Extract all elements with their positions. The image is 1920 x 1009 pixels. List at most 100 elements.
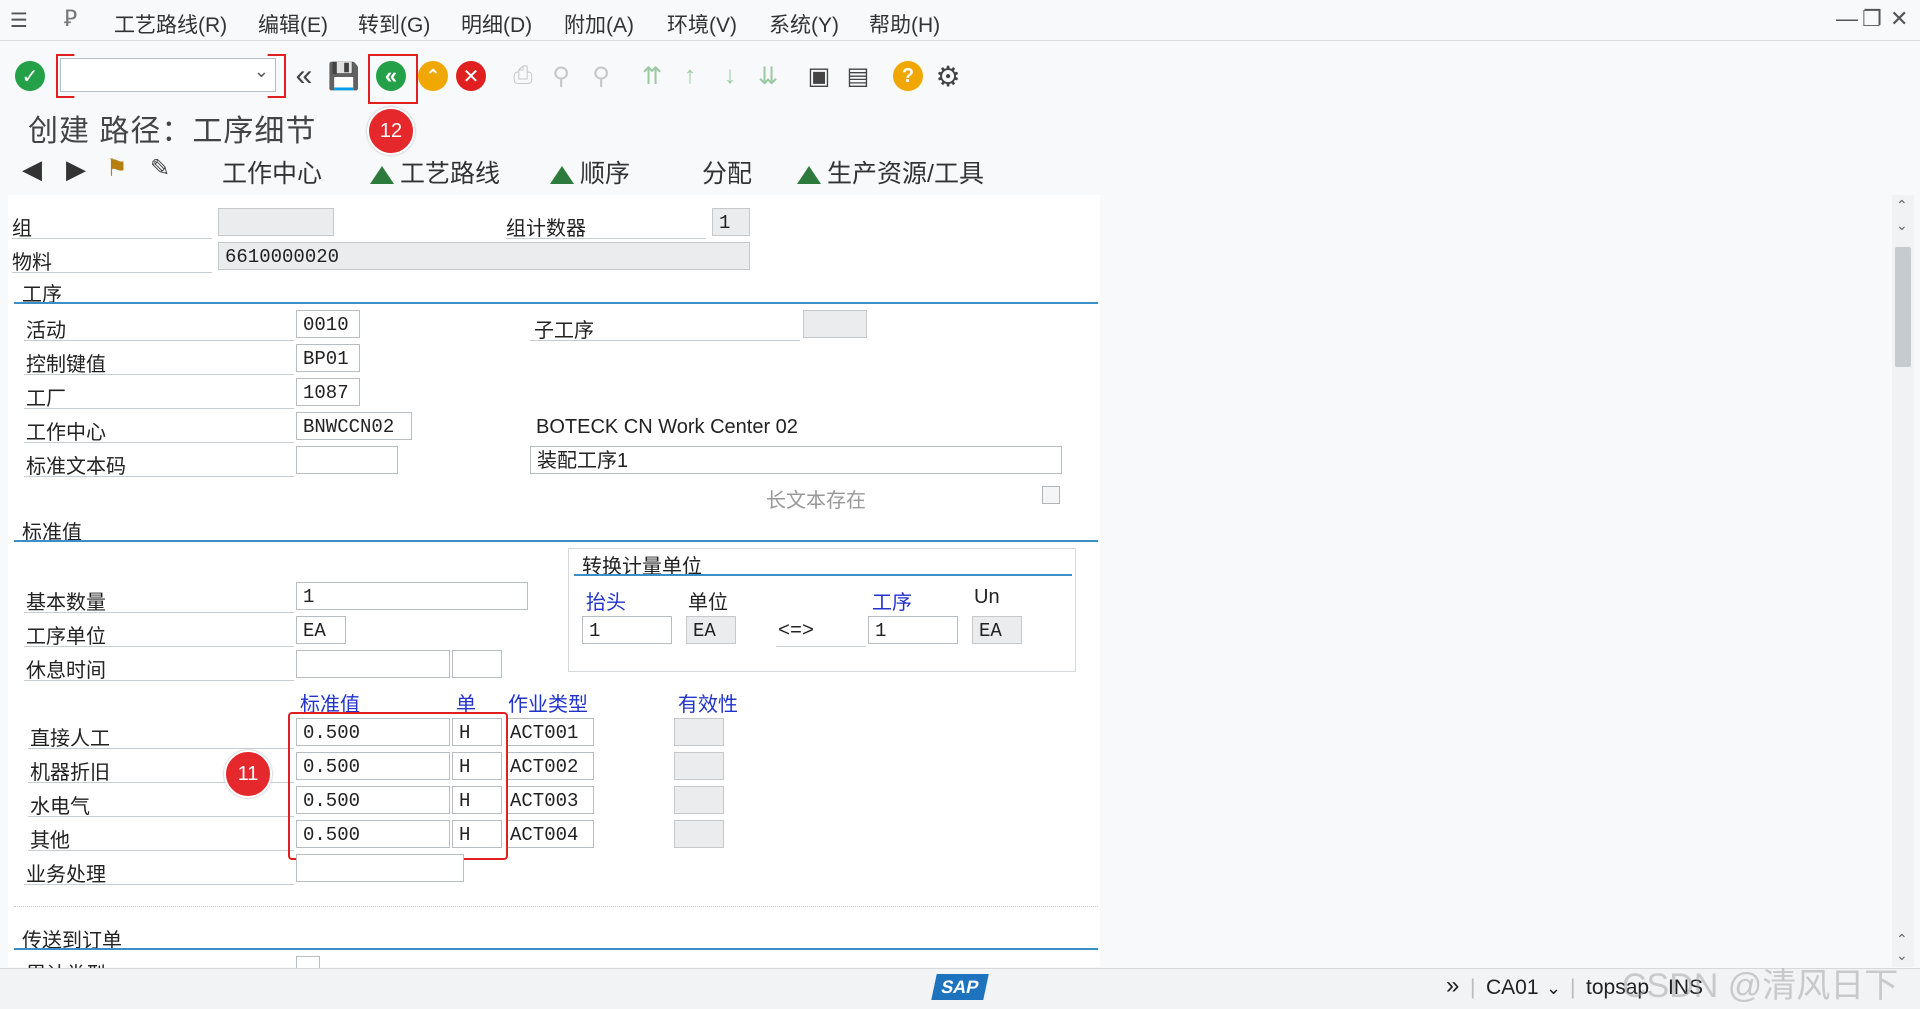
menu-goto[interactable]: 转到(G) xyxy=(358,9,430,39)
routing-label: 工艺路线 xyxy=(400,160,501,188)
work-center-field[interactable]: BNWCCN02 xyxy=(296,412,412,440)
system-id: CA01 xyxy=(1486,976,1539,999)
vertical-scrollbar[interactable]: ⌃ ⌄ ⌃ ⌄ xyxy=(1892,195,1914,967)
menu-edit[interactable]: 编辑(E) xyxy=(258,9,328,39)
menu-routing[interactable]: 工艺路线(R) xyxy=(114,9,227,39)
sub-operation-field xyxy=(803,310,867,338)
last-page-icon: ⇊ xyxy=(757,62,779,90)
cancel-button[interactable]: ✕ xyxy=(453,58,489,94)
sub-operation-label: 子工序 xyxy=(534,320,594,342)
enter-button[interactable]: ✓ xyxy=(12,58,48,94)
section-divider xyxy=(14,948,1098,950)
scroll-up-icon[interactable]: ⌃ xyxy=(1896,197,1908,214)
double-left-chevron-icon[interactable]: « xyxy=(286,58,322,94)
first-page-icon: ⇈ xyxy=(641,62,663,90)
plant-field[interactable]: 1087 xyxy=(296,378,360,406)
base-quantity-field[interactable]: 1 xyxy=(296,582,528,610)
command-field[interactable]: ⌄ xyxy=(60,58,276,92)
validity-field-4 xyxy=(674,820,724,848)
divider xyxy=(24,340,294,341)
base-quantity-label: 基本数量 xyxy=(26,592,106,614)
prt-label: 生产资源/工具 xyxy=(827,160,984,188)
menu-extras[interactable]: 附加(A) xyxy=(564,9,634,39)
activity-type-field-2[interactable]: ACT002 xyxy=(506,752,594,780)
chevron-down-icon[interactable]: ⌄ xyxy=(254,61,269,82)
menu-bar: ☰ Ꝑ 工艺路线(R) 编辑(E) 转到(G) 明细(D) 附加(A) 环境(V… xyxy=(0,0,1920,41)
restore-icon[interactable]: ❐ xyxy=(1862,6,1882,32)
hierarchy-icon[interactable]: ⚑ xyxy=(106,154,128,183)
activity-type-field-1[interactable]: ACT001 xyxy=(506,718,594,746)
cost-type-label-clip: 累计类型 xyxy=(26,958,106,968)
exit-button[interactable]: ⌃ xyxy=(415,58,451,94)
activity-label: 活动 xyxy=(26,320,66,342)
divider xyxy=(24,374,294,375)
divider xyxy=(12,272,212,273)
divider xyxy=(24,646,294,647)
page-title: 创建 路径：工序细节 xyxy=(28,115,317,148)
standard-text-key-field[interactable] xyxy=(296,446,398,474)
menu-icon[interactable]: ☰ xyxy=(10,8,28,33)
menu-details[interactable]: 明细(D) xyxy=(461,9,532,39)
generate-shortcut-icon[interactable]: ▤ xyxy=(840,58,876,94)
divider xyxy=(24,612,294,613)
activity-field[interactable]: 0010 xyxy=(296,310,360,338)
conversion-unit-col: 单位 xyxy=(688,592,728,614)
break-time-unit-field[interactable] xyxy=(452,650,502,678)
divider xyxy=(24,442,294,443)
prt-button[interactable]: 生产资源/工具 xyxy=(797,154,984,190)
sequence-button[interactable]: 顺序 xyxy=(550,154,630,190)
activity-type-field-3[interactable]: ACT003 xyxy=(506,786,594,814)
operation-unit-field[interactable]: EA xyxy=(296,616,346,644)
break-time-field[interactable] xyxy=(296,650,450,678)
find-next-icon: ⚲ xyxy=(592,62,610,90)
minimize-icon[interactable]: — xyxy=(1836,6,1858,32)
validity-field-2 xyxy=(674,752,724,780)
divider xyxy=(24,884,294,885)
conversion-op-field[interactable]: 1 xyxy=(868,616,958,644)
validity-field-3 xyxy=(674,786,724,814)
create-session-icon[interactable]: ▣ xyxy=(801,58,837,94)
control-key-field[interactable]: BP01 xyxy=(296,344,360,372)
status-separator: | xyxy=(1470,976,1476,999)
next-operation-icon[interactable]: ▶ xyxy=(66,154,86,185)
activity-type-field-4[interactable]: ACT004 xyxy=(506,820,594,848)
validity-col-header: 有效性 xyxy=(678,694,738,716)
control-key-label: 控制键值 xyxy=(26,354,106,376)
row-label-utilities: 水电气 xyxy=(30,796,90,818)
menu-environment[interactable]: 环境(V) xyxy=(667,9,737,39)
scroll-down-icon[interactable]: ⌄ xyxy=(1896,217,1908,234)
group-counter-field: 1 xyxy=(712,208,750,236)
menu-system[interactable]: 系统(Y) xyxy=(769,9,839,39)
print-icon: ⎙ xyxy=(513,62,533,89)
menu-help[interactable]: 帮助(H) xyxy=(869,9,940,39)
scroll-thumb[interactable] xyxy=(1895,247,1911,367)
validity-field-1 xyxy=(674,718,724,746)
material-label: 物料 xyxy=(12,252,52,274)
business-process-label: 业务处理 xyxy=(26,864,106,886)
activity-type-col-header: 作业类型 xyxy=(508,694,588,716)
back-button[interactable]: « xyxy=(373,58,409,94)
scroll-up-icon[interactable]: ⌃ xyxy=(1896,931,1908,948)
conversion-op-unit-field: EA xyxy=(972,616,1022,644)
previous-operation-icon[interactable]: ◀ xyxy=(22,154,42,185)
chevron-down-icon[interactable]: ⌄ xyxy=(1546,978,1561,999)
conversion-un-col: Un xyxy=(974,586,1000,608)
divider xyxy=(506,238,706,239)
row-label-direct-labor: 直接人工 xyxy=(30,728,110,750)
sap-easy-access-icon[interactable]: Ꝑ xyxy=(64,6,77,32)
work-center-button[interactable]: 工作中心 xyxy=(222,154,322,190)
help-button[interactable]: ? xyxy=(890,58,926,94)
save-icon[interactable]: 💾 xyxy=(326,58,362,94)
conversion-arrow: <=> xyxy=(778,620,815,643)
close-window-icon[interactable]: ✕ xyxy=(1890,6,1908,32)
edit-document-icon[interactable]: ✎ xyxy=(150,154,170,183)
operation-description-field[interactable]: 装配工序1 xyxy=(530,446,1062,474)
std-values-highlight xyxy=(288,712,508,860)
settings-gear-icon[interactable]: ⚙ xyxy=(930,58,966,94)
business-process-field[interactable] xyxy=(296,854,464,882)
long-text-exists-label: 长文本存在 xyxy=(766,490,866,512)
allocation-button[interactable]: 分配 xyxy=(702,154,752,190)
conversion-header-field[interactable]: 1 xyxy=(582,616,672,644)
expand-status-icon[interactable]: » xyxy=(1446,972,1459,1000)
routing-button[interactable]: 工艺路线 xyxy=(370,154,500,190)
